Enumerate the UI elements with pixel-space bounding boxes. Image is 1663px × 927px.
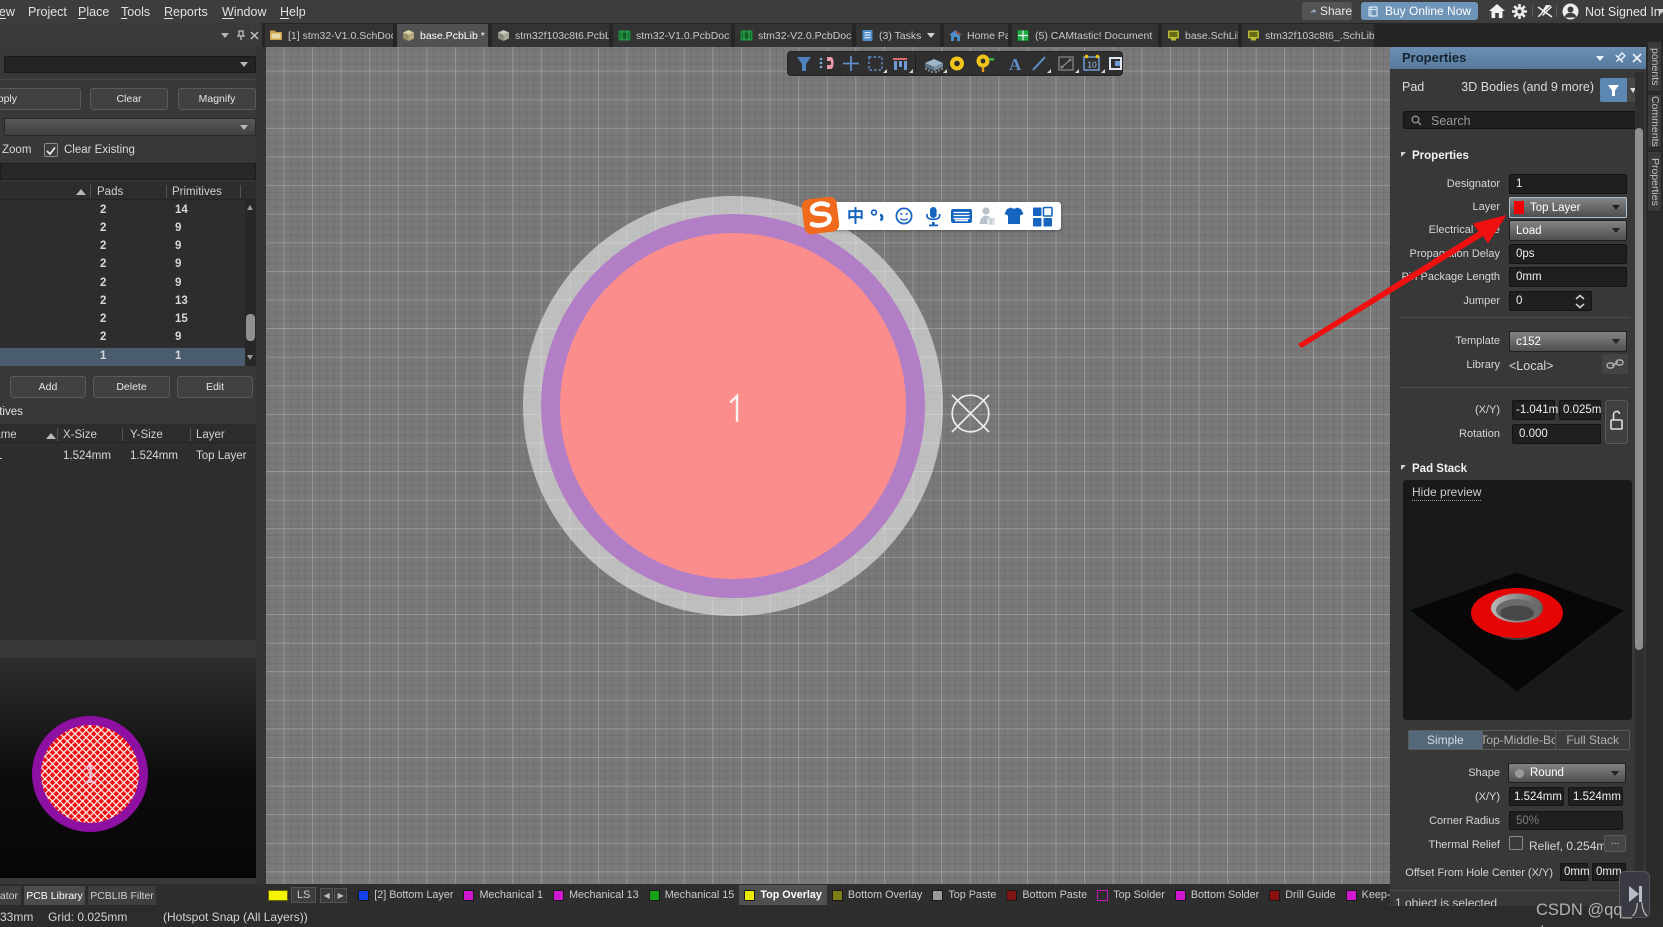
svg-text:1: 1 [82, 759, 97, 789]
svg-text:7: 7 [989, 219, 993, 226]
svg-text:A: A [1009, 55, 1022, 74]
svg-text:10: 10 [1087, 60, 1097, 70]
svg-text:中: 中 [847, 206, 864, 226]
